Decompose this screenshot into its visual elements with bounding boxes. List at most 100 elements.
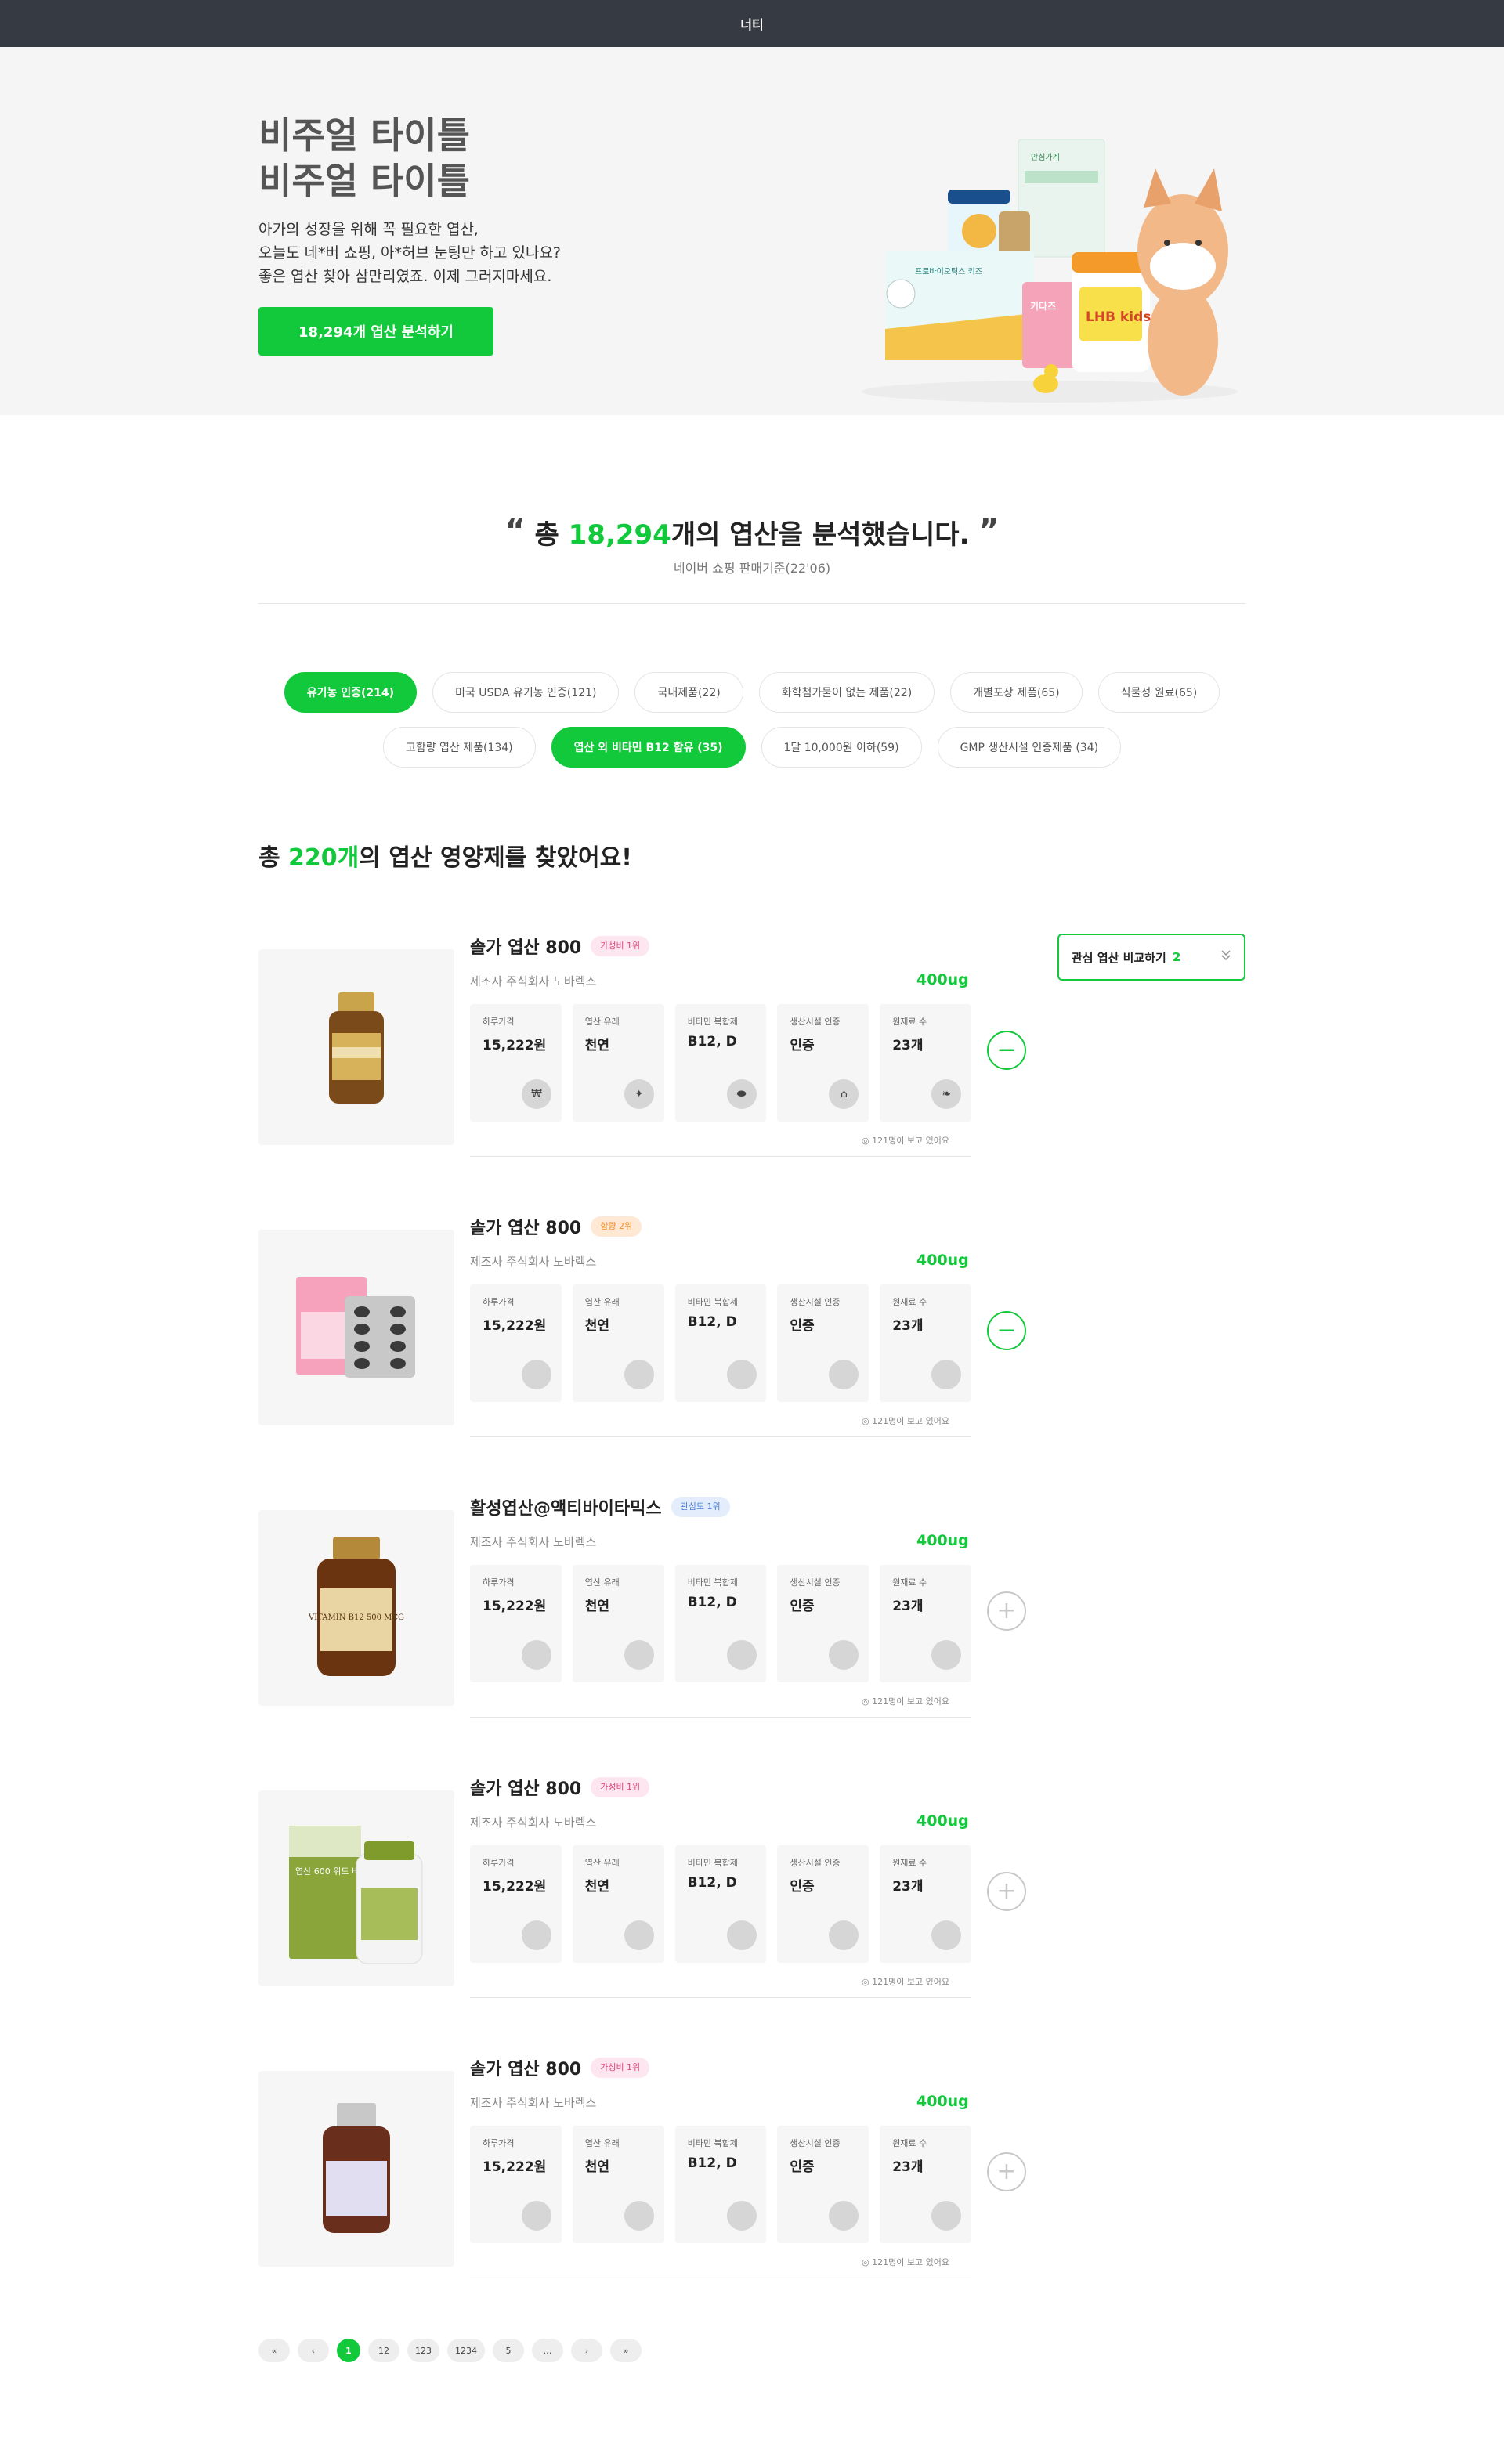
page-button[interactable]: 1234 [447,2339,485,2362]
compare-favorites-button[interactable]: 관심 엽산 비교하기 2 [1058,934,1246,981]
compare-label: 관심 엽산 비교하기 [1072,950,1166,965]
leaf-icon: ✦ [624,1079,654,1109]
page-button[interactable]: 1 [337,2339,360,2362]
product-dose: 400ug [916,1252,969,1269]
filter-chip[interactable]: 화학첨가물이 없는 제품(22) [758,672,935,713]
spec-value: B12, D [687,1595,737,1610]
filter-chip[interactable]: 유기농 인증(214) [284,672,418,713]
spec-label: 원재료 수 [892,1858,927,1868]
spec-value: 인증 [790,1879,815,1895]
spec-value: 천연 [584,1879,610,1895]
remove-from-compare-button[interactable]: − [987,1031,1026,1070]
product-divider [470,1997,971,1998]
spec-cell-facility: 생산시설 인증 인증 [777,2126,870,2243]
spec-value: 15,222원 [483,2159,547,2175]
factory-icon: ⌂ [829,1079,859,1109]
spec-label: 비타민 복합제 [687,1297,738,1307]
spec-cell-origin: 엽산 유래 천연 [572,1565,664,1682]
filter-chip[interactable]: 개별포장 제품(65) [950,672,1083,713]
pill-icon [726,1640,757,1670]
page-button[interactable]: … [532,2339,563,2362]
product-maker: 제조사 주식회사 노바렉스 [470,974,597,988]
hero-desc-line: 아가의 성장을 위해 꼭 필요한 엽산, [258,221,479,238]
spec-value: 23개 [892,2159,924,2175]
product-name-text: 솔가 엽산 800 [470,938,582,958]
spec-cell-origin: 엽산 유래 천연 ✦ [572,1004,664,1122]
product-image[interactable] [258,1230,454,1425]
filter-chip[interactable]: 국내제품(22) [634,672,743,713]
pill-icon: ⬬ [726,1079,757,1109]
add-to-compare-button[interactable]: + [987,1872,1026,1911]
ingredient-icon [931,1640,962,1670]
page-button[interactable]: 12 [368,2339,400,2362]
rank-badge: 가성비 1위 [591,2058,650,2078]
product-name[interactable]: 솔가 엽산 800 함량 2위 [470,1214,642,1239]
box-top-label: 안심가계 [1031,153,1060,162]
spec-label: 하루가격 [483,2138,515,2148]
filter-chip[interactable]: 1달 10,000원 이하(59) [761,727,922,768]
page-button[interactable]: « [258,2339,290,2362]
spec-label: 생산시설 인증 [790,1297,841,1307]
factory-icon [829,1920,859,1950]
spec-value: 인증 [790,1599,815,1614]
product-name[interactable]: 솔가 엽산 800 가성비 1위 [470,934,650,959]
product-image[interactable]: VITAMIN B12 500 MCG [258,1510,454,1706]
product-name[interactable]: 활성엽산@액티바이타믹스 관심도 1위 [470,1494,730,1519]
won-icon: ₩ [522,1079,551,1109]
product-divider [470,1717,971,1718]
spec-label: 원재료 수 [892,2138,927,2148]
viewer-count-text: 121명이 보고 있어요 [872,2257,949,2267]
spec-value: 인증 [790,1318,815,1334]
viewer-count: ◎ 121명이 보고 있어요 [862,1695,949,1707]
filter-chip[interactable]: 식물성 원료(65) [1097,672,1220,713]
page-button[interactable]: › [571,2339,602,2362]
spec-cell-price: 하루가격 15,222원 ₩ [470,1004,562,1122]
filter-row: 유기농 인증(214) 미국 USDA 유기농 인증(121) 국내제품(22) 화학… [258,672,1246,713]
summary-prefix: 총 [534,519,569,551]
spec-value: 천연 [584,1038,610,1053]
filter-chip[interactable]: GMP 생산시설 인증제품 (34) [937,727,1122,768]
viewer-count-text: 121명이 보고 있어요 [872,1416,949,1426]
product-name[interactable]: 솔가 엽산 800 가성비 1위 [470,2055,650,2080]
spec-label: 엽산 유래 [584,1858,620,1868]
filter-chip[interactable]: 엽산 외 비타민 B12 함유 (35) [551,727,746,768]
pill-icon [726,1360,757,1389]
can-label: 키다즈 [1030,300,1056,312]
product-name[interactable]: 솔가 엽산 800 가성비 1위 [470,1775,650,1800]
spec-value: 23개 [892,1599,924,1614]
won-icon [522,2201,551,2231]
filter-chip[interactable]: 미국 USDA 유기농 인증(121) [432,672,620,713]
site-title[interactable]: 너티 [740,14,763,33]
spec-value: 15,222원 [483,1038,547,1053]
spec-value: 23개 [892,1879,924,1895]
page-button[interactable]: ‹ [298,2339,329,2362]
spec-cell-facility: 생산시설 인증인증 [777,1284,870,1402]
add-to-compare-button[interactable]: + [987,2152,1026,2191]
ingredient-icon [931,1920,962,1950]
hero-banner: 비주얼 타이틀 비주얼 타이틀 아가의 성장을 위해 꼭 필요한 엽산, 오늘도… [0,47,1504,415]
page-button[interactable]: 5 [493,2339,524,2362]
page-button[interactable]: » [610,2339,642,2362]
product-image[interactable] [258,2071,454,2267]
analyze-cta-button[interactable]: 18,294개 엽산 분석하기 [258,307,494,356]
product-image[interactable] [258,949,454,1145]
summary-subtitle: 네이버 쇼핑 판매기준(22'06) [673,561,831,576]
product-name-text: 활성엽산@액티바이타믹스 [470,1499,662,1519]
product-dose: 400ug [916,1532,969,1549]
leaf-icon [624,2201,654,2231]
remove-from-compare-button[interactable]: − [987,1311,1026,1350]
summary-count: 18,294 [568,519,671,551]
top-bar: 너티 [0,0,1504,47]
filter-chips: 유기농 인증(214) 미국 USDA 유기농 인증(121) 국내제품(22) 화학… [258,672,1246,782]
add-to-compare-button[interactable]: + [987,1591,1026,1631]
eye-icon: ◎ [862,1696,873,1707]
spec-value: 천연 [584,1318,610,1334]
pagination: « ‹ 1 12 123 1234 5 … › » [258,2339,642,2362]
filter-chip[interactable]: 고함량 엽산 제품(134) [382,727,536,768]
spec-label: 비타민 복합제 [687,1577,738,1588]
product-image[interactable]: 엽산 600 위드 비타민D [258,1790,454,1986]
page-button[interactable]: 123 [407,2339,439,2362]
spec-value: B12, D [687,1034,737,1050]
product-name-text: 솔가 엽산 800 [470,1779,582,1799]
product-maker: 제조사 주식회사 노바렉스 [470,1815,597,1830]
